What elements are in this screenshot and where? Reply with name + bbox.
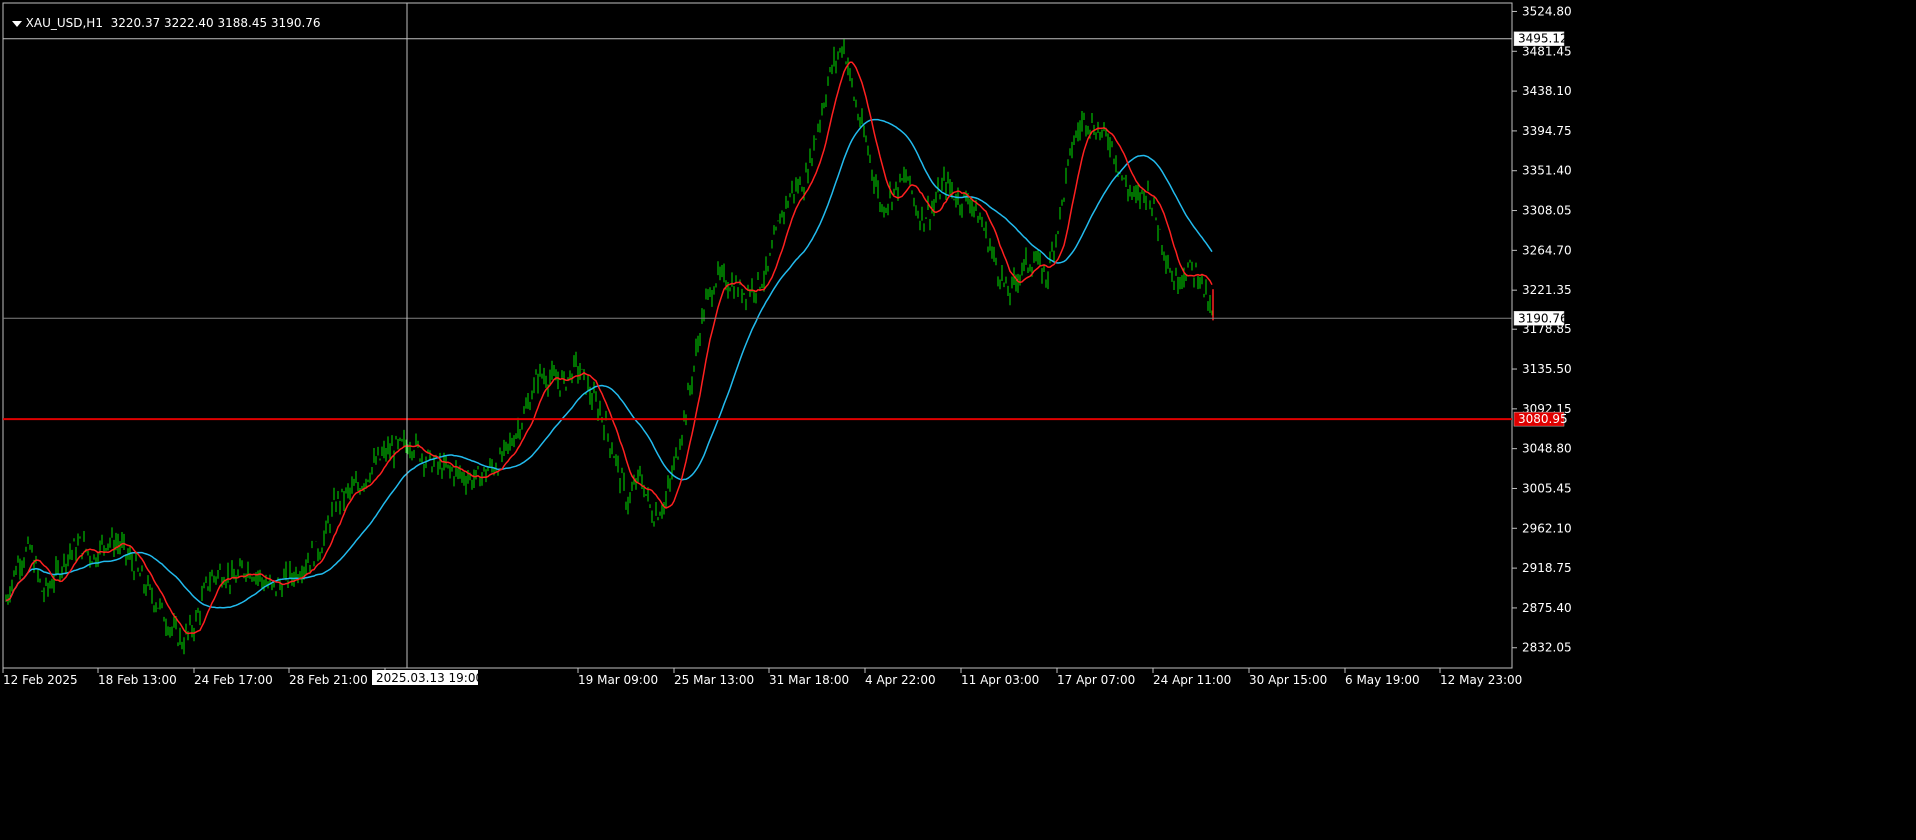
x-tick-label: 12 Feb 2025 [3,673,78,687]
y-tick-label: 3394.75 [1522,124,1572,138]
symbol-label: XAU_USD,H1 [25,16,103,30]
y-tick-label: 2875.40 [1522,601,1572,615]
x-tick-label: 17 Apr 07:00 [1057,673,1135,687]
y-tick-label: 3438.10 [1522,84,1572,98]
x-tick-label: 4 Apr 22:00 [865,673,936,687]
y-tick-label: 3264.70 [1522,243,1572,257]
x-tick-label: 31 Mar 18:00 [769,673,849,687]
x-tick-label: 19 Mar 09:00 [578,673,658,687]
x-tick-label: 24 Feb 17:00 [194,673,273,687]
chart-header: XAU_USD,H1 3220.37 3222.40 3188.45 3190.… [4,2,321,30]
y-tick-label: 3524.80 [1522,4,1572,18]
x-tick-label: 30 Apr 15:00 [1249,673,1327,687]
x-tick-label: 18 Feb 13:00 [98,673,177,687]
y-tick-label: 3221.35 [1522,283,1572,297]
red-level-price-label: 3080.95 [1518,412,1568,426]
y-tick-label: 3308.05 [1522,204,1572,218]
crosshair-time-label: 2025.03.13 19:00 [376,671,483,685]
y-tick-label: 2962.10 [1522,521,1572,535]
current-price-label: 3190.76 [1518,311,1568,325]
y-tick-label: 3351.40 [1522,164,1572,178]
y-tick-label: 2918.75 [1522,561,1572,575]
x-tick-label: 28 Feb 21:00 [289,673,368,687]
x-tick-label: 25 Mar 13:00 [674,673,754,687]
price-chart[interactable]: 3524.80 3481.45 3438.10 3394.75 3351.40 3308.… [0,0,1916,840]
y-tick-label: 3135.50 [1522,362,1572,376]
dropdown-triangle-icon[interactable] [11,20,22,27]
crosshair-price-label: 3495.12 [1518,32,1568,46]
ohlc-values: 3220.37 3222.40 3188.45 3190.76 [110,16,321,30]
y-tick-label: 3005.45 [1522,481,1572,495]
y-tick-label: 3048.80 [1522,442,1572,456]
x-tick-label: 24 Apr 11:00 [1153,673,1231,687]
x-tick-label: 11 Apr 03:00 [961,673,1039,687]
x-tick-label: 6 May 19:00 [1345,673,1420,687]
y-tick-label: 3481.45 [1522,44,1572,58]
x-tick-label: 12 May 23:00 [1440,673,1522,687]
y-tick-label: 2832.05 [1522,641,1572,655]
